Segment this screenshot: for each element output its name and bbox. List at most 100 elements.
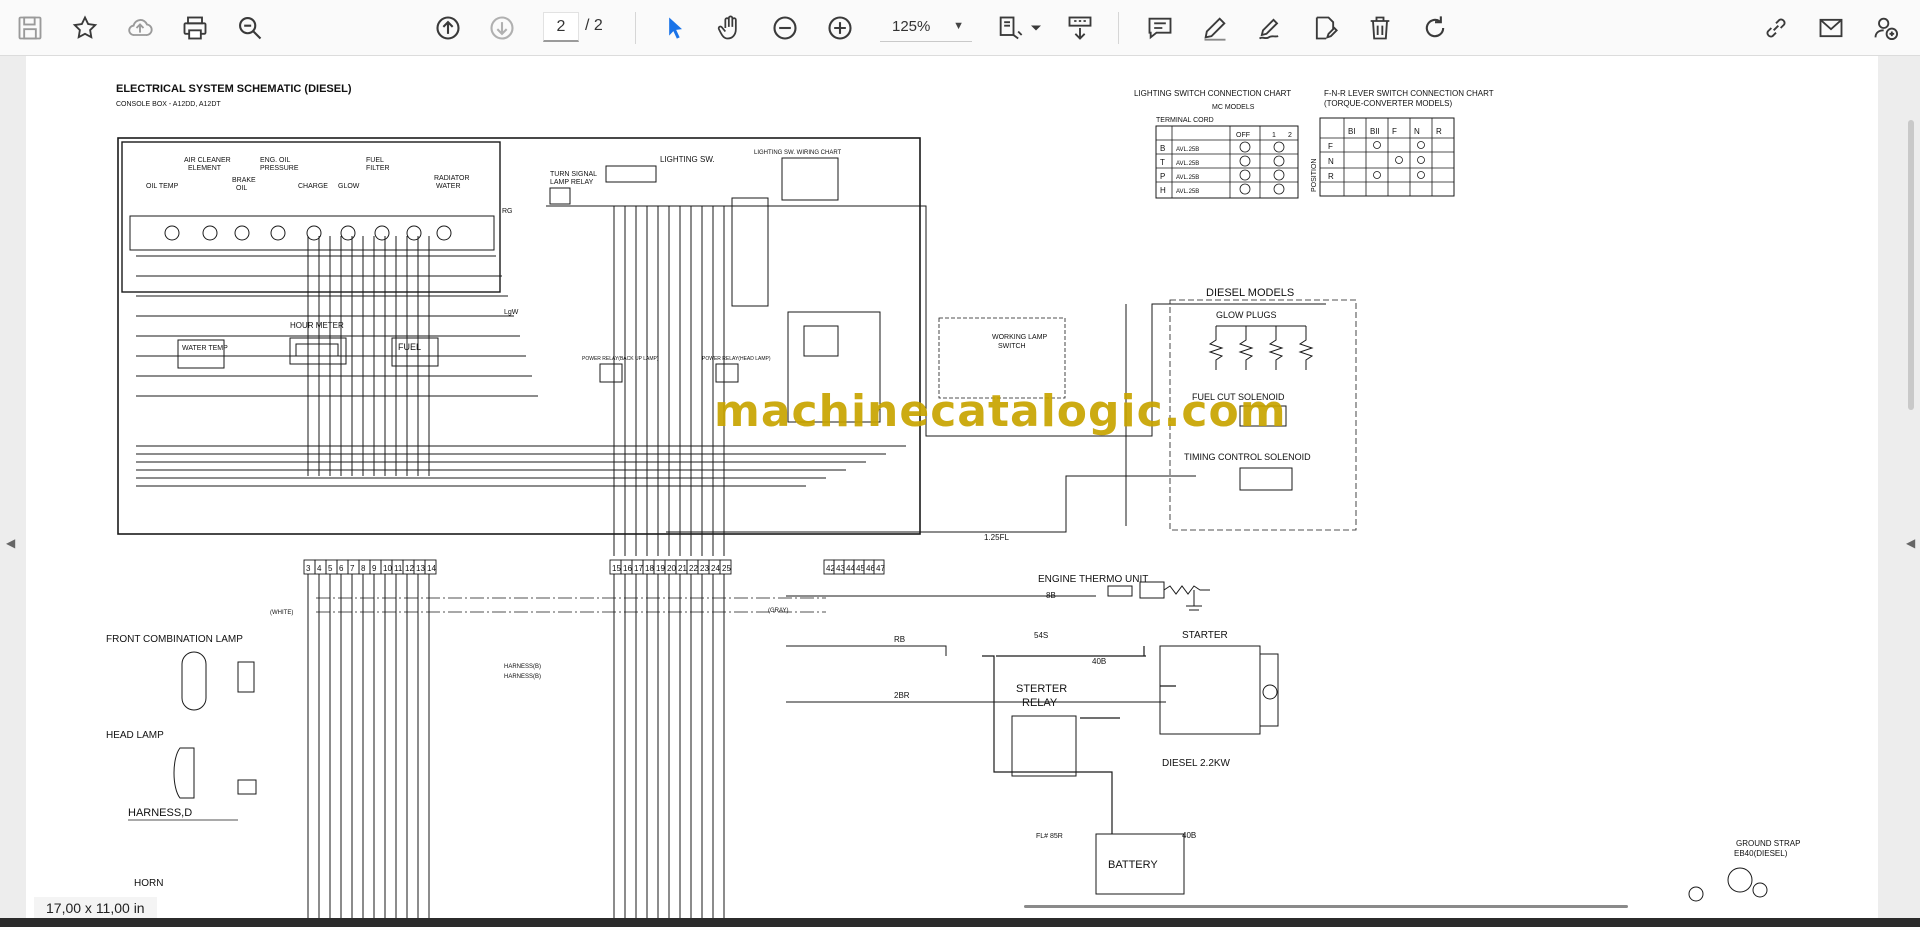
chevron-down-icon: ▼ xyxy=(953,20,964,32)
fnr-row-label: R xyxy=(1328,172,1334,181)
next-page-arrow[interactable]: ◀ xyxy=(1906,536,1915,550)
lsc-terminal: H xyxy=(1160,186,1166,195)
connector-pin-label: 23 xyxy=(700,564,709,573)
svg-text:(GRAY): (GRAY) xyxy=(768,608,789,614)
page-current: 2 xyxy=(556,17,566,35)
connector-pin-label: 22 xyxy=(689,564,698,573)
svg-text:HARNESS(B): HARNESS(B) xyxy=(504,674,541,680)
pen-icon[interactable] xyxy=(1195,8,1235,48)
page-size-label: 17,00 x 11,00 in xyxy=(34,897,157,919)
lsc-dot xyxy=(1239,141,1251,153)
connector-pin-label: 16 xyxy=(623,564,632,573)
svg-text:POWER RELAY(HEAD LAMP): POWER RELAY(HEAD LAMP) xyxy=(702,356,771,362)
connector-pin-label: 9 xyxy=(372,564,377,573)
fnr-dot xyxy=(1417,171,1425,179)
page-down-icon[interactable] xyxy=(482,8,522,48)
svg-text:LIGHTING SWITCH CONNECTION CHA: LIGHTING SWITCH CONNECTION CHART xyxy=(1134,89,1291,98)
svg-text:RG: RG xyxy=(502,208,513,215)
svg-text:8B: 8B xyxy=(1046,591,1056,600)
connector-pin-label: 13 xyxy=(416,564,425,573)
lsc-terminal: T xyxy=(1160,158,1165,167)
add-user-icon[interactable] xyxy=(1866,8,1906,48)
watermark: machinecatalogic.com xyxy=(714,386,1287,437)
fnr-row-label: F xyxy=(1328,142,1333,151)
svg-text:F-N-R LEVER SWITCH CONNECTION: F-N-R LEVER SWITCH CONNECTION CHART xyxy=(1324,89,1494,98)
svg-text:AIR CLEANER: AIR CLEANER xyxy=(184,157,231,164)
edit-page-icon[interactable] xyxy=(1305,8,1345,48)
fnr-dot xyxy=(1417,156,1425,164)
fnr-dot xyxy=(1373,171,1381,179)
rotate-icon[interactable] xyxy=(1415,8,1455,48)
fnr-header: BII xyxy=(1370,127,1380,136)
horizontal-scrollbar[interactable] xyxy=(1024,905,1628,908)
svg-text:RADIATOR: RADIATOR xyxy=(434,175,470,182)
fnr-dot xyxy=(1395,156,1403,164)
print-icon[interactable] xyxy=(175,8,215,48)
download-icon[interactable] xyxy=(1060,8,1100,48)
svg-text:LAMP RELAY: LAMP RELAY xyxy=(550,179,594,186)
svg-text:GLOW PLUGS: GLOW PLUGS xyxy=(1216,310,1277,320)
svg-text:FRONT COMBINATION LAMP: FRONT COMBINATION LAMP xyxy=(106,634,243,645)
comment-icon[interactable] xyxy=(1140,8,1180,48)
zoom-out-icon[interactable] xyxy=(765,8,805,48)
connector-pin-label: 3 xyxy=(306,564,311,573)
svg-text:STERTER: STERTER xyxy=(1016,683,1067,695)
connector-pin-label: 5 xyxy=(328,564,333,573)
lsc-dot xyxy=(1239,155,1251,167)
delete-icon[interactable] xyxy=(1360,8,1400,48)
connector-pin-label: 15 xyxy=(612,564,621,573)
svg-text:WORKING LAMP: WORKING LAMP xyxy=(992,334,1048,341)
zoom-search-icon[interactable] xyxy=(230,8,270,48)
svg-text:HARNESS,D: HARNESS,D xyxy=(128,807,192,819)
svg-text:CHARGE: CHARGE xyxy=(298,183,328,190)
save-icon[interactable] xyxy=(10,8,50,48)
lsc-header: 1 xyxy=(1272,132,1276,139)
connector-pin-label: 6 xyxy=(339,564,344,573)
connector-pin-label: 8 xyxy=(361,564,366,573)
select-cursor-icon[interactable] xyxy=(655,8,695,48)
connector-pin-label: 12 xyxy=(405,564,414,573)
svg-text:STARTER: STARTER xyxy=(1182,630,1228,641)
cloud-upload-icon[interactable] xyxy=(120,8,160,48)
toolbar-divider xyxy=(1118,12,1119,44)
star-icon[interactable] xyxy=(65,8,105,48)
svg-text:FUEL: FUEL xyxy=(366,157,384,164)
svg-text:(TORQUE-CONVERTER MODELS): (TORQUE-CONVERTER MODELS) xyxy=(1324,99,1452,108)
connector-pin-label: 4 xyxy=(317,564,322,573)
document-viewer[interactable]: ELECTRICAL SYSTEM SCHEMATIC (DIESEL) CON… xyxy=(0,56,1920,918)
lsc-cord: AVL.25B xyxy=(1176,147,1199,153)
lsc-terminal: B xyxy=(1160,144,1165,153)
svg-text:GLOW: GLOW xyxy=(338,183,360,190)
mail-icon[interactable] xyxy=(1811,8,1851,48)
svg-text:FL# 85R: FL# 85R xyxy=(1036,833,1063,840)
toolbar-divider xyxy=(635,12,636,44)
fnr-header: BI xyxy=(1348,127,1356,136)
zoom-in-icon[interactable] xyxy=(820,8,860,48)
connector-gray: 15 16 17 18 19 20 21 22 23 24 25 xyxy=(609,559,732,575)
connector-pin-label: 47 xyxy=(876,564,885,573)
svg-text:HEAD LAMP: HEAD LAMP xyxy=(106,730,164,741)
svg-text:LIGHTING SW.: LIGHTING SW. xyxy=(660,155,715,164)
fit-dropdown-icon[interactable] xyxy=(1026,8,1046,48)
prev-page-arrow[interactable]: ◀ xyxy=(6,536,15,550)
connector-white: 3 4 5 6 7 8 9 10 11 12 13 14 xyxy=(303,559,437,575)
page-total: / 2 xyxy=(585,17,603,34)
svg-text:GROUND STRAP: GROUND STRAP xyxy=(1736,839,1800,848)
hand-icon[interactable] xyxy=(710,8,750,48)
connector-pin-label: 18 xyxy=(645,564,654,573)
fit-page-icon[interactable] xyxy=(990,8,1030,48)
page-number-input[interactable]: 2 xyxy=(543,12,579,42)
connector-pin-label: 21 xyxy=(678,564,687,573)
vertical-scrollbar[interactable] xyxy=(1908,120,1914,410)
share-link-icon[interactable] xyxy=(1756,8,1796,48)
page-up-icon[interactable] xyxy=(428,8,468,48)
svg-text:TERMINAL CORD: TERMINAL CORD xyxy=(1156,117,1214,124)
svg-text:BATTERY: BATTERY xyxy=(1108,859,1158,871)
svg-text:TIMING CONTROL SOLENOID: TIMING CONTROL SOLENOID xyxy=(1184,452,1311,462)
svg-text:HOUR METER: HOUR METER xyxy=(290,321,344,330)
connector-pin-label: 14 xyxy=(427,564,436,573)
svg-text:HARNESS(B): HARNESS(B) xyxy=(504,664,541,670)
lsc-dot xyxy=(1273,141,1285,153)
sign-icon[interactable] xyxy=(1250,8,1290,48)
zoom-select[interactable]: 125% ▼ xyxy=(880,12,972,42)
